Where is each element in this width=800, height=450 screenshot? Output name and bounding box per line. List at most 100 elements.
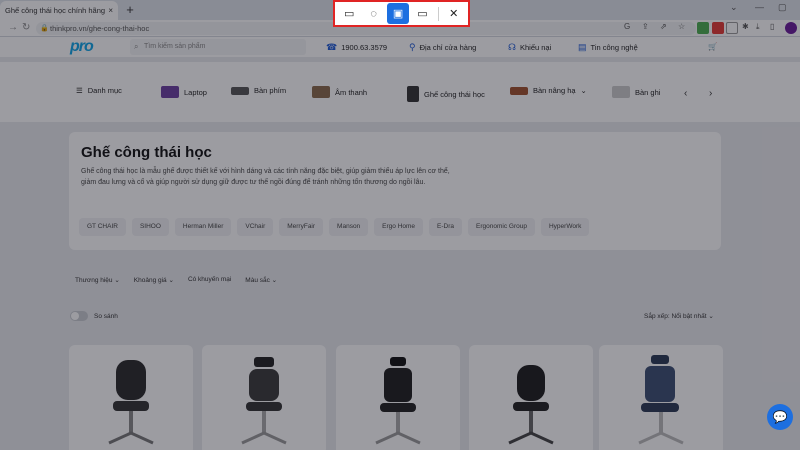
tech-news-text: Tin công nghệ xyxy=(590,43,638,52)
hotline-link[interactable]: ☎ 1900.63.3579 xyxy=(326,42,387,53)
search-input[interactable]: ⌕ Tìm kiếm sản phẩm xyxy=(130,39,306,55)
brand-chip[interactable]: HyperWork xyxy=(540,218,590,236)
bookmark-star-icon[interactable]: ☆ xyxy=(678,22,685,31)
freeform-snip-button[interactable]: ◌ xyxy=(362,3,384,24)
google-icon[interactable]: G xyxy=(624,22,630,31)
brand-chip[interactable]: Ergonomic Group xyxy=(468,218,535,236)
speaker-icon xyxy=(312,86,330,98)
site-header: pro ⌕ Tìm kiếm sản phẩm ☎ 1900.63.3579 ⚲… xyxy=(0,37,800,57)
product-card[interactable] xyxy=(469,345,593,450)
extension-icon[interactable] xyxy=(697,22,709,34)
snipping-toolbar: ▭ ◌ ▣ ▭ ✕ xyxy=(333,0,470,27)
download-icon[interactable]: ⤓ xyxy=(756,22,760,32)
brand-chip[interactable]: VChair xyxy=(237,218,274,236)
toolbar-divider xyxy=(437,6,439,21)
side-panel-icon[interactable]: ▯ xyxy=(770,22,774,31)
complaints-link[interactable]: ☊ Khiếu nại xyxy=(508,42,551,53)
extension-icon[interactable] xyxy=(726,22,738,34)
brand-list: GT CHAIR SIHOO Herman Miller VChair Merr… xyxy=(79,218,590,236)
filter-brand[interactable]: Thương hiệu ⌄ xyxy=(75,276,120,284)
window-snip-button[interactable]: ▣ xyxy=(386,3,410,24)
brand-chip[interactable]: Ergo Home xyxy=(374,218,424,236)
product-card[interactable] xyxy=(202,345,326,450)
chair-image xyxy=(508,365,554,445)
chair-image xyxy=(375,357,421,445)
toggle-switch[interactable] xyxy=(70,311,88,321)
window-snip-icon: ▣ xyxy=(392,8,404,20)
laptop-icon xyxy=(161,86,179,98)
minimize-icon[interactable]: — xyxy=(755,2,764,12)
brand-chip[interactable]: MerryFair xyxy=(279,218,324,236)
phone-icon: ☎ xyxy=(326,42,338,52)
store-locator-link[interactable]: ⚲ Địa chỉ cửa hàng xyxy=(409,42,476,53)
category-item-laptop[interactable]: Laptop xyxy=(161,86,207,98)
brand-chip[interactable]: E-Dra xyxy=(429,218,463,236)
category-menu-button[interactable]: ☰ Danh mục xyxy=(76,86,122,95)
chair-image xyxy=(241,357,287,445)
category-item-ergonomic-chair[interactable]: Ghế công thái học xyxy=(407,86,485,102)
search-placeholder: Tìm kiếm sản phẩm xyxy=(144,43,206,50)
category-item-standing-desk[interactable]: Bàn nâng hạ ⌄ xyxy=(510,86,587,95)
category-label: Bàn nâng hạ xyxy=(533,86,576,95)
extension-icon[interactable] xyxy=(712,22,724,34)
product-card[interactable] xyxy=(69,345,193,450)
chair-image xyxy=(638,355,684,445)
category-menu-label: Danh mục xyxy=(87,86,122,95)
share-icon[interactable]: ⇪ xyxy=(642,22,649,31)
category-label: Ghế công thái học xyxy=(424,89,485,99)
hotline-text: 1900.63.3579 xyxy=(341,43,388,52)
filter-bar: Thương hiệu ⌄ Khoảng giá ⌄ Có khuyến mại… xyxy=(75,276,277,284)
headset-icon: ☊ xyxy=(508,42,516,52)
category-label: Bàn ghi xyxy=(635,87,661,97)
chevron-down-icon: ⌄ xyxy=(580,86,587,95)
store-locator-text: Địa chỉ cửa hàng xyxy=(419,43,477,52)
reload-icon[interactable]: ↻ xyxy=(22,22,30,33)
carousel-next-icon[interactable]: › xyxy=(709,88,712,99)
menu-icon: ☰ xyxy=(76,86,83,95)
profile-avatar[interactable] xyxy=(785,22,797,34)
carousel-prev-icon[interactable]: ‹ xyxy=(684,88,687,99)
brand-chip[interactable]: Herman Miller xyxy=(174,218,232,236)
close-snip-button[interactable]: ✕ xyxy=(443,3,465,24)
rectangle-snip-button[interactable]: ▭ xyxy=(338,3,360,24)
brand-chip[interactable]: GT CHAIR xyxy=(79,218,126,236)
tab-title: Ghế công thái học chính hãng ... xyxy=(5,6,106,15)
category-item-more[interactable]: Bàn ghi xyxy=(612,86,660,98)
back-arrow-icon[interactable]: → xyxy=(8,22,18,33)
cart-button[interactable]: 🛒 xyxy=(708,42,717,51)
compare-toggle[interactable]: So sánh xyxy=(70,311,118,321)
complaints-text: Khiếu nại xyxy=(520,43,552,52)
chat-support-button[interactable]: 💬 xyxy=(767,404,793,430)
product-card[interactable] xyxy=(599,345,723,450)
filter-promotion[interactable]: Có khuyến mại xyxy=(188,276,231,284)
filter-color[interactable]: Màu sắc ⌄ xyxy=(245,276,277,284)
site-logo[interactable]: pro xyxy=(70,38,94,56)
category-intro-card: Ghế công thái học Ghế công thái học là m… xyxy=(69,132,721,250)
close-icon: ✕ xyxy=(449,8,459,20)
cart-icon: 🛒 xyxy=(708,42,718,51)
news-icon: ▤ xyxy=(578,42,587,52)
tab-close-icon[interactable]: × xyxy=(108,6,113,15)
url-text: thinkpro.vn/ghe-cong-thai-hoc xyxy=(50,24,150,33)
browser-tab[interactable]: Ghế công thái học chính hãng ... × xyxy=(0,1,118,20)
sort-dropdown[interactable]: Sắp xếp: Nổi bật nhất ⌄ xyxy=(644,312,714,320)
compare-label: So sánh xyxy=(94,312,118,320)
filter-price[interactable]: Khoảng giá ⌄ xyxy=(134,276,174,284)
tab-search-icon[interactable]: ⌄ xyxy=(730,2,738,13)
maximize-icon[interactable]: ▢ xyxy=(778,2,787,13)
category-item-keyboard[interactable]: Bàn phím xyxy=(231,86,286,95)
fullscreen-snip-icon: ▭ xyxy=(417,8,428,20)
category-label: Âm thanh xyxy=(335,87,368,97)
brand-chip[interactable]: Manson xyxy=(329,218,369,236)
category-item-audio[interactable]: Âm thanh xyxy=(312,86,367,98)
rectangle-snip-icon: ▭ xyxy=(344,8,355,20)
brand-chip[interactable]: SIHOO xyxy=(131,218,169,236)
lock-icon: 🔒 xyxy=(40,25,49,32)
product-card[interactable] xyxy=(336,345,460,450)
puzzle-extensions-icon[interactable]: ✱ xyxy=(742,22,749,31)
share-page-icon[interactable]: ⇗ xyxy=(660,22,667,31)
tech-news-link[interactable]: ▤ Tin công nghệ xyxy=(578,42,638,53)
fullscreen-snip-button[interactable]: ▭ xyxy=(411,3,433,24)
chat-bubble-icon: 💬 xyxy=(772,410,788,424)
new-tab-button[interactable]: + xyxy=(122,1,138,18)
